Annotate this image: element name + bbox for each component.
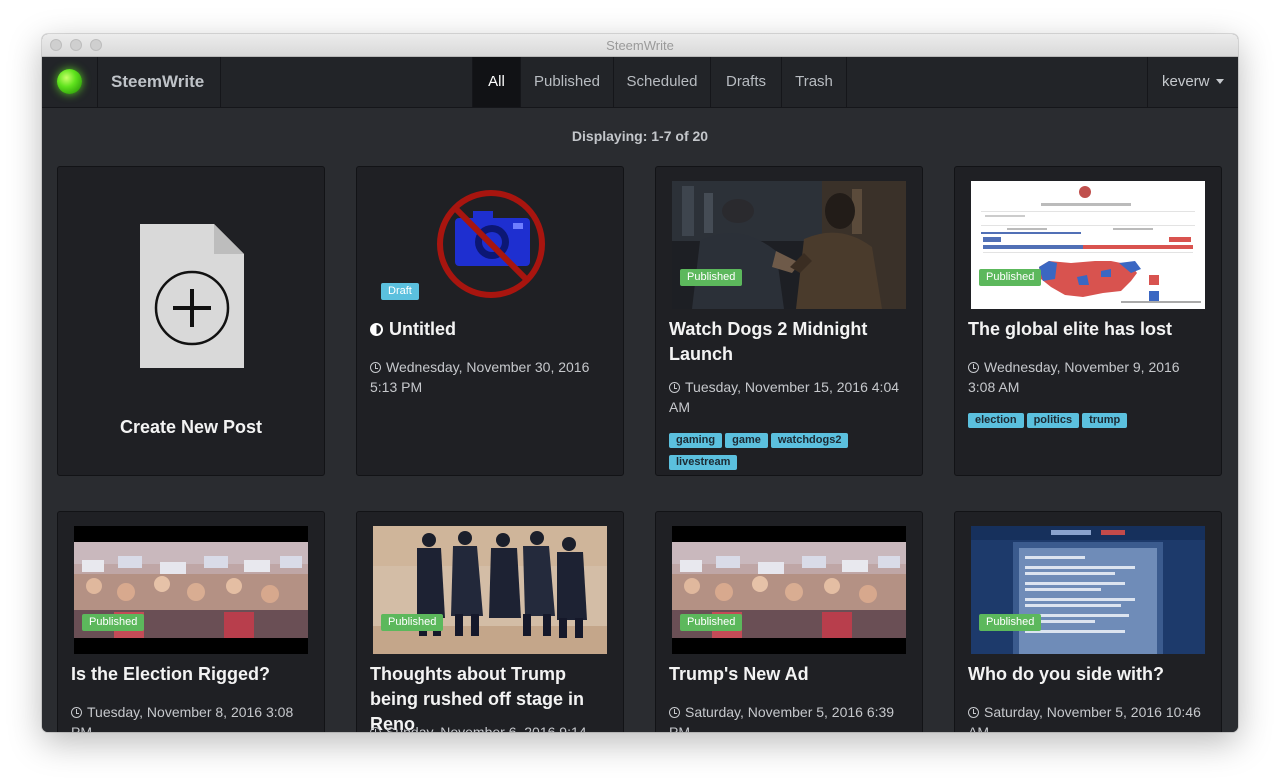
status-badge: Published: [381, 614, 444, 631]
user-name: keverw: [1162, 73, 1210, 90]
post-date-text: Sunday, November 6, 2016 9:14: [386, 724, 587, 732]
post-date: Sunday, November 6, 2016 9:14: [370, 722, 610, 732]
nav-divider: [846, 57, 847, 107]
brand-link[interactable]: SteemWrite: [111, 72, 204, 92]
tab-all[interactable]: All: [473, 57, 520, 107]
clock-icon: [968, 707, 979, 718]
post-date-text: Tuesday, November 15, 2016 4:04 AM: [669, 379, 900, 415]
navbar: SteemWrite All Published Scheduled Draft…: [42, 57, 1238, 108]
clock-icon: [669, 707, 680, 718]
chevron-down-icon: [1215, 78, 1224, 84]
clock-icon: [669, 382, 680, 393]
post-date-text: Wednesday, November 9, 2016 3:08 AM: [968, 359, 1180, 395]
clock-icon: [370, 362, 381, 373]
tab-scheduled[interactable]: Scheduled: [614, 57, 710, 107]
status-badge: Published: [82, 614, 145, 631]
post-card[interactable]: Published Trump's New Ad Saturday, Novem…: [655, 511, 923, 732]
tag-list: gaming game watchdogs2 livestream: [669, 430, 909, 474]
clock-icon: [370, 727, 381, 732]
post-card[interactable]: Draft Untitled Wednesday, November 30, 2…: [356, 166, 624, 476]
tag[interactable]: trump: [1082, 413, 1128, 428]
post-title: Is the Election Rigged?: [71, 664, 271, 684]
post-thumbnail: [74, 526, 308, 654]
post-date: Saturday, November 5, 2016 10:46 AM: [968, 702, 1208, 732]
post-date-text: Tuesday, November 8, 2016 3:08 PM: [71, 704, 294, 732]
tag[interactable]: politics: [1026, 413, 1080, 428]
post-card[interactable]: Published Thoughts about Trump being rus…: [356, 511, 624, 732]
tab-drafts[interactable]: Drafts: [711, 57, 781, 107]
window-titlebar: SteemWrite: [42, 34, 1238, 57]
tag[interactable]: gaming: [669, 433, 723, 448]
post-title: Who do you side with?: [968, 664, 1164, 684]
pagination-summary: Displaying: 1-7 of 20: [571, 128, 709, 144]
tab-trash[interactable]: Trash: [782, 57, 846, 107]
posts-page: Displaying: 1-7 of 20 Create New Post Dr…: [42, 108, 1238, 732]
status-badge: Published: [680, 614, 743, 631]
post-thumbnail: [971, 181, 1205, 309]
window-title: SteemWrite: [606, 38, 674, 53]
new-document-icon: [140, 224, 244, 368]
create-post-label: Create New Post: [119, 417, 263, 437]
clock-icon: [968, 362, 979, 373]
post-card[interactable]: Published Who do you side with? Saturday…: [954, 511, 1222, 732]
user-menu[interactable]: keverw: [1162, 57, 1224, 107]
status-badge: Draft: [381, 283, 419, 300]
nav-divider: [220, 57, 221, 107]
create-post-card[interactable]: Create New Post: [57, 166, 325, 476]
nav-divider: [1147, 57, 1148, 107]
post-thumbnail: [672, 181, 906, 309]
clock-icon: [71, 707, 82, 718]
post-date: Tuesday, November 8, 2016 3:08 PM: [71, 702, 311, 732]
post-date: Wednesday, November 9, 2016 3:08 AM: [968, 357, 1208, 397]
election-map-image: [971, 181, 1205, 309]
isidewith-image: [971, 526, 1205, 654]
post-date-text: Saturday, November 5, 2016 6:39 PM: [669, 704, 895, 732]
tag[interactable]: watchdogs2: [770, 433, 849, 448]
tag[interactable]: livestream: [669, 455, 738, 470]
tag[interactable]: game: [725, 433, 768, 448]
app-window: SteemWrite SteemWrite All Published Sche…: [42, 34, 1238, 732]
post-date-text: Wednesday, November 30, 2016 5:13 PM: [370, 359, 590, 395]
status-badge: Published: [680, 269, 743, 286]
post-title: Watch Dogs 2 Midnight Launch: [669, 319, 868, 364]
rally-image: [672, 526, 906, 654]
post-title: The global elite has lost: [968, 319, 1173, 339]
tag[interactable]: election: [968, 413, 1024, 428]
post-thumbnail: [373, 526, 607, 654]
status-badge: Published: [979, 614, 1042, 631]
post-card[interactable]: Published Is the Election Rigged? Tuesda…: [57, 511, 325, 732]
post-date: Saturday, November 5, 2016 6:39 PM: [669, 702, 909, 732]
nav-divider: [97, 57, 98, 107]
connection-status-icon: [57, 69, 82, 94]
status-badge: Published: [979, 269, 1042, 286]
post-card[interactable]: Published Watch Dogs 2 Midnight Launch T…: [655, 166, 923, 476]
rally-image: [74, 526, 308, 654]
post-title: Untitled: [370, 317, 610, 342]
watchdogs-image: [672, 181, 906, 309]
post-date: Tuesday, November 15, 2016 4:04 AM: [669, 377, 909, 417]
post-title: Trump's New Ad: [669, 664, 809, 684]
post-thumbnail: [672, 526, 906, 654]
post-date-text: Saturday, November 5, 2016 10:46 AM: [968, 704, 1201, 732]
post-title-text: Untitled: [389, 319, 456, 339]
post-date: Wednesday, November 30, 2016 5:13 PM: [370, 357, 610, 397]
tab-published[interactable]: Published: [521, 57, 613, 107]
post-thumbnail: [971, 526, 1205, 654]
police-image: [373, 526, 607, 654]
contrast-icon: [370, 323, 383, 336]
post-card[interactable]: Published The global elite has lost Wedn…: [954, 166, 1222, 476]
tag-list: election politics trump: [968, 410, 1208, 432]
